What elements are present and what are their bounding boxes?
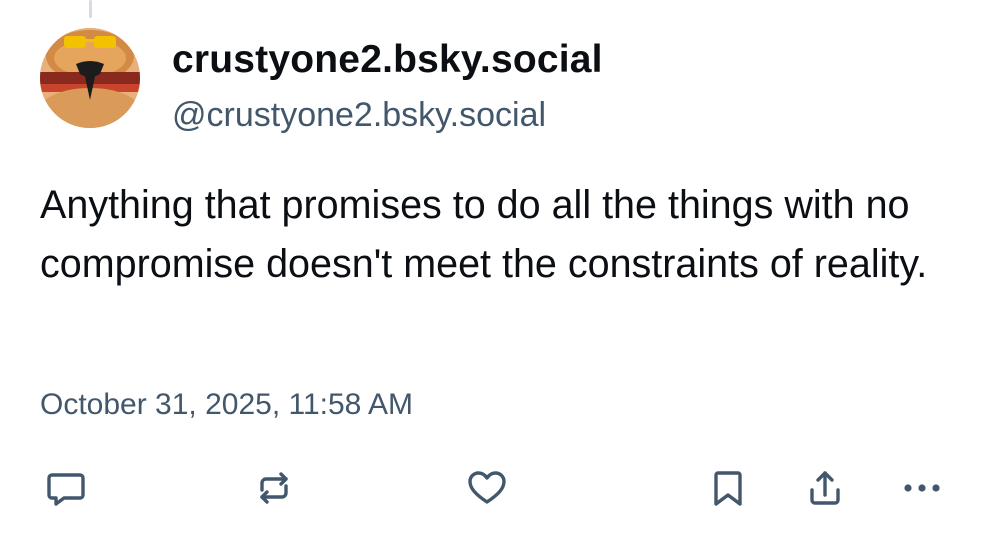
bookmark-icon [714, 471, 742, 506]
author-display-name[interactable]: crustyone2.bsky.social [172, 36, 603, 84]
post-actions [0, 460, 1000, 516]
share-icon [810, 471, 840, 505]
repost-button[interactable] [246, 460, 302, 516]
post-timestamp: October 31, 2025, 11:58 AM [40, 388, 414, 421]
author-avatar[interactable] [40, 28, 140, 128]
bookmark-button[interactable] [700, 460, 756, 516]
heart-icon [468, 471, 506, 504]
avatar-burger-icon [40, 28, 140, 128]
author-handle[interactable]: @crustyone2.bsky.social [172, 94, 546, 136]
reply-button[interactable] [38, 460, 94, 516]
repost-icon [260, 472, 288, 504]
more-icon [904, 484, 940, 492]
like-button[interactable] [459, 460, 515, 516]
more-button[interactable] [894, 460, 950, 516]
post-text: Anything that promises to do all the thi… [40, 183, 928, 286]
thread-line [89, 0, 92, 18]
share-button[interactable] [797, 460, 853, 516]
reply-icon [47, 473, 85, 506]
